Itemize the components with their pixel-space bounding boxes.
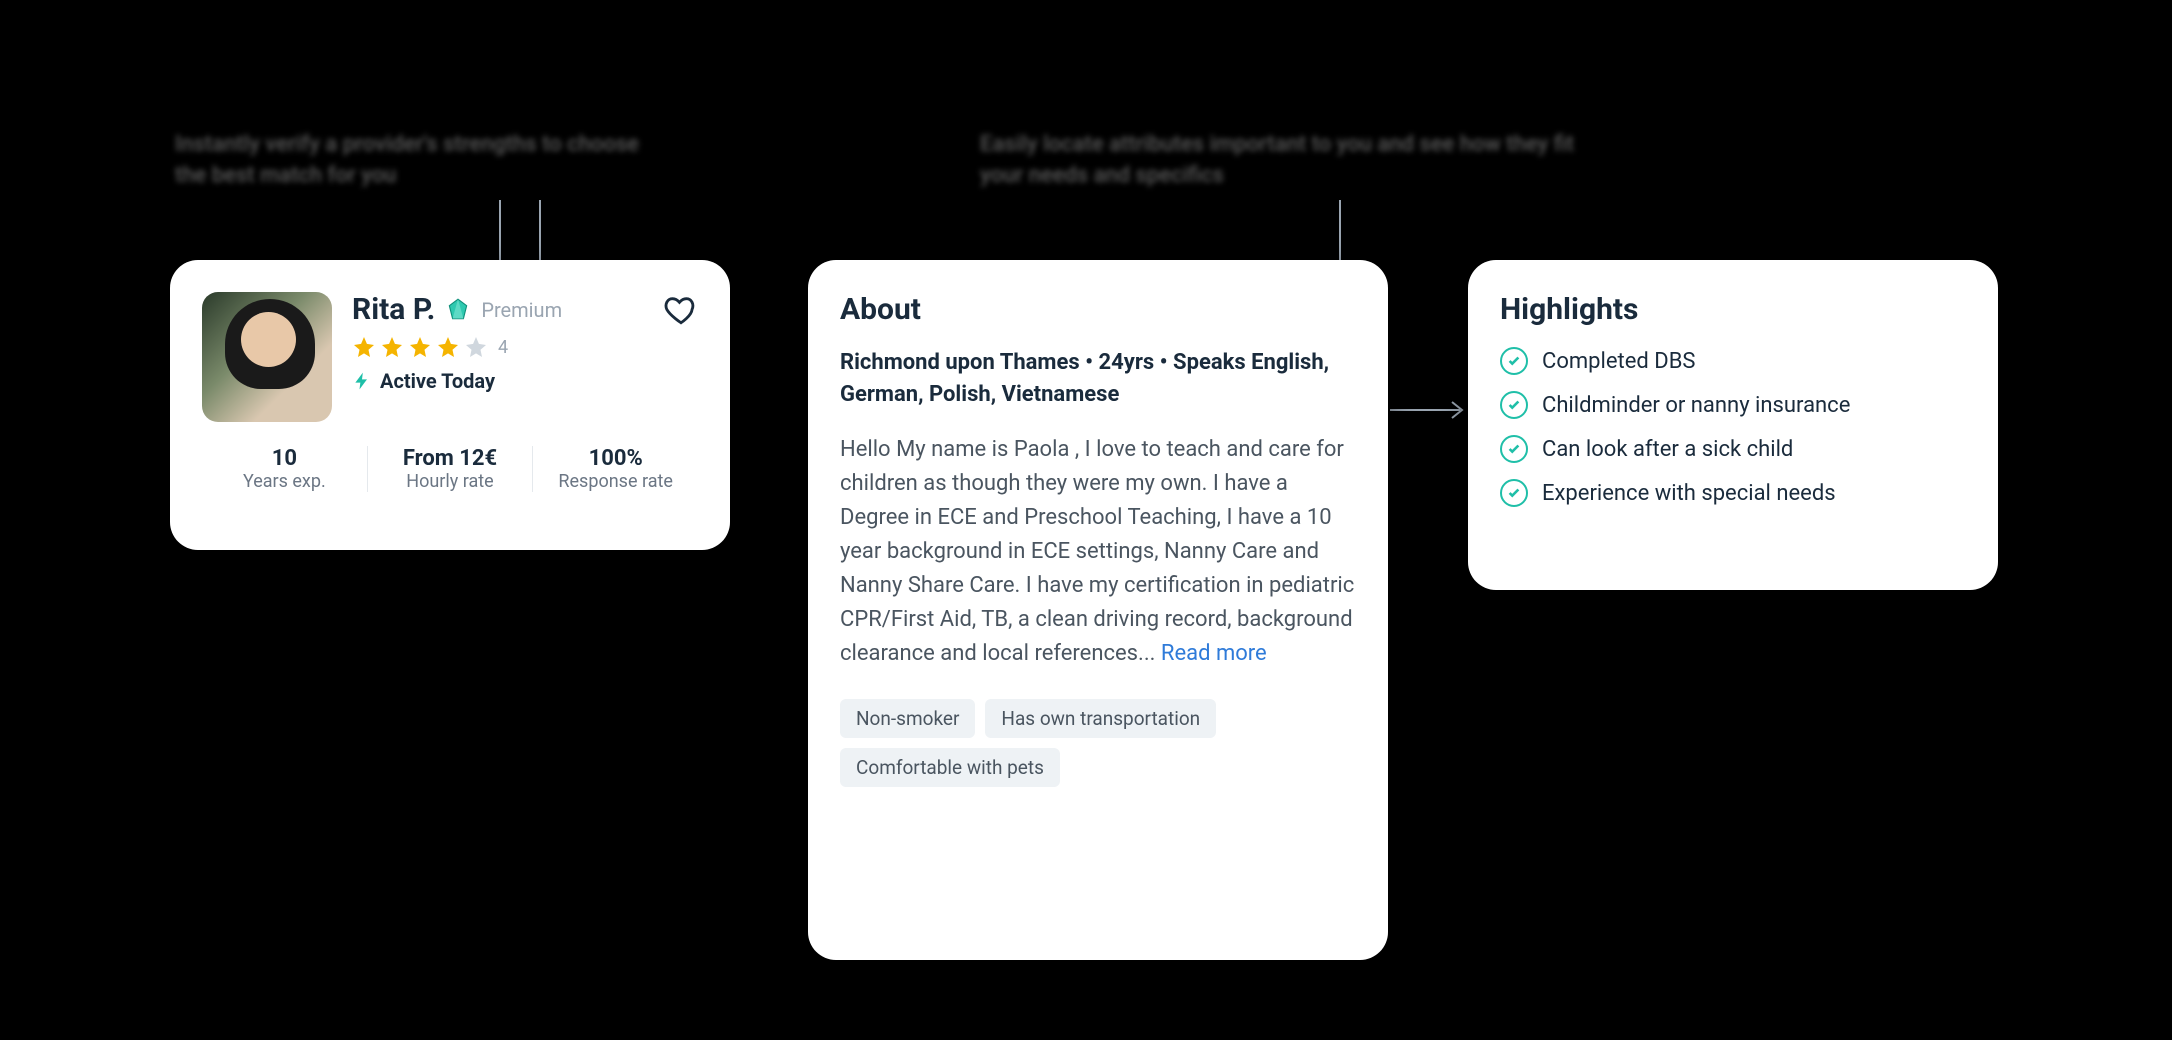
highlight-text: Childminder or nanny insurance <box>1542 393 1850 418</box>
tag-item: Has own transportation <box>985 699 1216 738</box>
stat-label: Response rate <box>543 471 688 492</box>
stat-value: 100% <box>543 446 688 471</box>
star-icon <box>408 335 432 359</box>
star-icon <box>352 335 376 359</box>
rating-count: 4 <box>498 337 508 358</box>
check-icon <box>1500 479 1528 507</box>
highlight-text: Experience with special needs <box>1542 481 1836 506</box>
highlight-text: Completed DBS <box>1542 349 1695 374</box>
check-icon <box>1500 347 1528 375</box>
profile-card: Rita P. Premium 4 Active <box>170 260 730 550</box>
active-status: Active Today <box>380 369 495 393</box>
read-more-link[interactable]: Read more <box>1161 641 1267 666</box>
stats-row: 10 Years exp. From 12€ Hourly rate 100% … <box>202 446 698 492</box>
about-card: About Richmond upon Thames • 24yrs • Spe… <box>808 260 1388 960</box>
star-icon <box>380 335 404 359</box>
tag-item: Non-smoker <box>840 699 975 738</box>
provider-name: Rita P. <box>352 292 435 327</box>
premium-label: Premium <box>481 298 562 322</box>
highlight-item: Completed DBS <box>1500 347 1966 375</box>
avatar <box>202 292 332 422</box>
about-title: About <box>840 292 1356 327</box>
highlight-item: Experience with special needs <box>1500 479 1966 507</box>
about-body-text: Hello My name is Paola , I love to teach… <box>840 437 1354 667</box>
highlights-list: Completed DBS Childminder or nanny insur… <box>1500 347 1966 507</box>
annotation-right: Easily locate attributes important to yo… <box>980 130 1620 192</box>
check-icon <box>1500 435 1528 463</box>
stat-label: Hourly rate <box>378 471 523 492</box>
highlight-item: Childminder or nanny insurance <box>1500 391 1966 419</box>
favorite-heart-icon[interactable] <box>664 293 698 327</box>
star-icon <box>464 335 488 359</box>
check-icon <box>1500 391 1528 419</box>
highlight-text: Can look after a sick child <box>1542 437 1793 462</box>
stat-response: 100% Response rate <box>532 446 698 492</box>
stat-value: 10 <box>212 446 357 471</box>
star-icon <box>436 335 460 359</box>
premium-gem-icon <box>445 297 471 323</box>
annotation-left: Instantly verify a provider's strengths … <box>175 130 655 192</box>
stat-experience: 10 Years exp. <box>202 446 367 492</box>
tag-list: Non-smoker Has own transportation Comfor… <box>840 699 1356 787</box>
highlights-card: Highlights Completed DBS Childminder or … <box>1468 260 1998 590</box>
tag-item: Comfortable with pets <box>840 748 1060 787</box>
stat-value: From 12€ <box>378 446 523 471</box>
highlights-title: Highlights <box>1500 292 1966 327</box>
about-body: Hello My name is Paola , I love to teach… <box>840 433 1356 672</box>
about-meta: Richmond upon Thames • 24yrs • Speaks En… <box>840 347 1356 411</box>
stat-label: Years exp. <box>212 471 357 492</box>
connector-arrow-right <box>1390 390 1470 430</box>
highlight-item: Can look after a sick child <box>1500 435 1966 463</box>
rating-stars: 4 <box>352 335 698 359</box>
stat-rate: From 12€ Hourly rate <box>367 446 533 492</box>
bolt-icon <box>352 371 372 391</box>
